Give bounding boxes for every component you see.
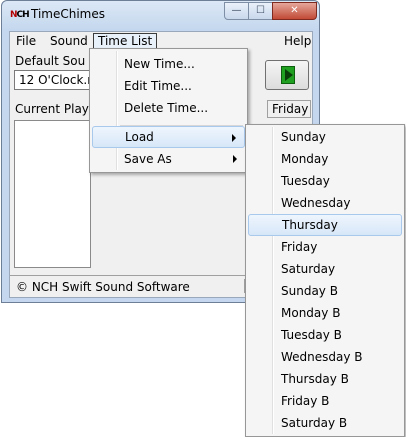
submenu-item-sunday[interactable]: Sunday (248, 126, 402, 148)
submenu-item-monday[interactable]: Monday (248, 148, 402, 170)
menu-item-label: Load (125, 130, 154, 144)
menu-item-delete-time[interactable]: Delete Time... (92, 97, 245, 119)
submenu-item-thursday[interactable]: Thursday (248, 214, 402, 236)
default-sound-label: Default Sou (15, 54, 86, 68)
submenu-arrow-icon (232, 134, 236, 142)
menu-sound[interactable]: Sound (46, 33, 92, 49)
close-button[interactable]: ✕ (272, 2, 317, 20)
day-label: Friday (267, 100, 311, 118)
load-submenu: Sunday Monday Tuesday Wednesday Thursday… (245, 124, 405, 437)
menu-item-label: Edit Time... (124, 79, 192, 93)
current-playlist-label: Current Play (15, 102, 89, 116)
submenu-arrow-icon (233, 155, 237, 163)
window-title: TimeChimes (31, 7, 106, 21)
minimize-button[interactable]: — (224, 2, 249, 20)
status-text: © NCH Swift Sound Software (16, 280, 190, 294)
menu-item-save-as[interactable]: Save As (92, 148, 245, 170)
submenu-item-monday-b[interactable]: Monday B (248, 302, 402, 324)
submenu-item-thursday-b[interactable]: Thursday B (248, 368, 402, 390)
menu-item-label: New Time... (124, 57, 195, 71)
menu-help[interactable]: Help (280, 33, 315, 49)
menu-file[interactable]: File (12, 33, 40, 49)
default-sound-select[interactable]: 12 O'Clock.n (14, 70, 92, 90)
menu-item-new-time[interactable]: New Time... (92, 53, 245, 75)
submenu-item-wednesday[interactable]: Wednesday (248, 192, 402, 214)
time-list[interactable] (14, 120, 91, 268)
play-button[interactable] (265, 60, 309, 90)
submenu-item-sunday-b[interactable]: Sunday B (248, 280, 402, 302)
play-icon (281, 66, 295, 84)
title-bar[interactable]: NCH TimeChimes — ☐ ✕ (2, 1, 319, 29)
menu-time-list[interactable]: Time List (93, 33, 158, 49)
menu-item-label: Delete Time... (124, 101, 209, 115)
time-list-menu: New Time... Edit Time... Delete Time... … (89, 48, 248, 173)
submenu-item-friday-b[interactable]: Friday B (248, 390, 402, 412)
menu-item-label: Save As (124, 152, 172, 166)
maximize-button[interactable]: ☐ (248, 2, 273, 20)
menu-item-edit-time[interactable]: Edit Time... (92, 75, 245, 97)
submenu-item-friday[interactable]: Friday (248, 236, 402, 258)
app-logo-icon: NCH (10, 10, 30, 20)
submenu-item-tuesday[interactable]: Tuesday (248, 170, 402, 192)
submenu-item-wednesday-b[interactable]: Wednesday B (248, 346, 402, 368)
submenu-item-tuesday-b[interactable]: Tuesday B (248, 324, 402, 346)
menu-item-load[interactable]: Load (92, 126, 245, 148)
submenu-item-saturday-b[interactable]: Saturday B (248, 412, 402, 434)
submenu-item-saturday[interactable]: Saturday (248, 258, 402, 280)
